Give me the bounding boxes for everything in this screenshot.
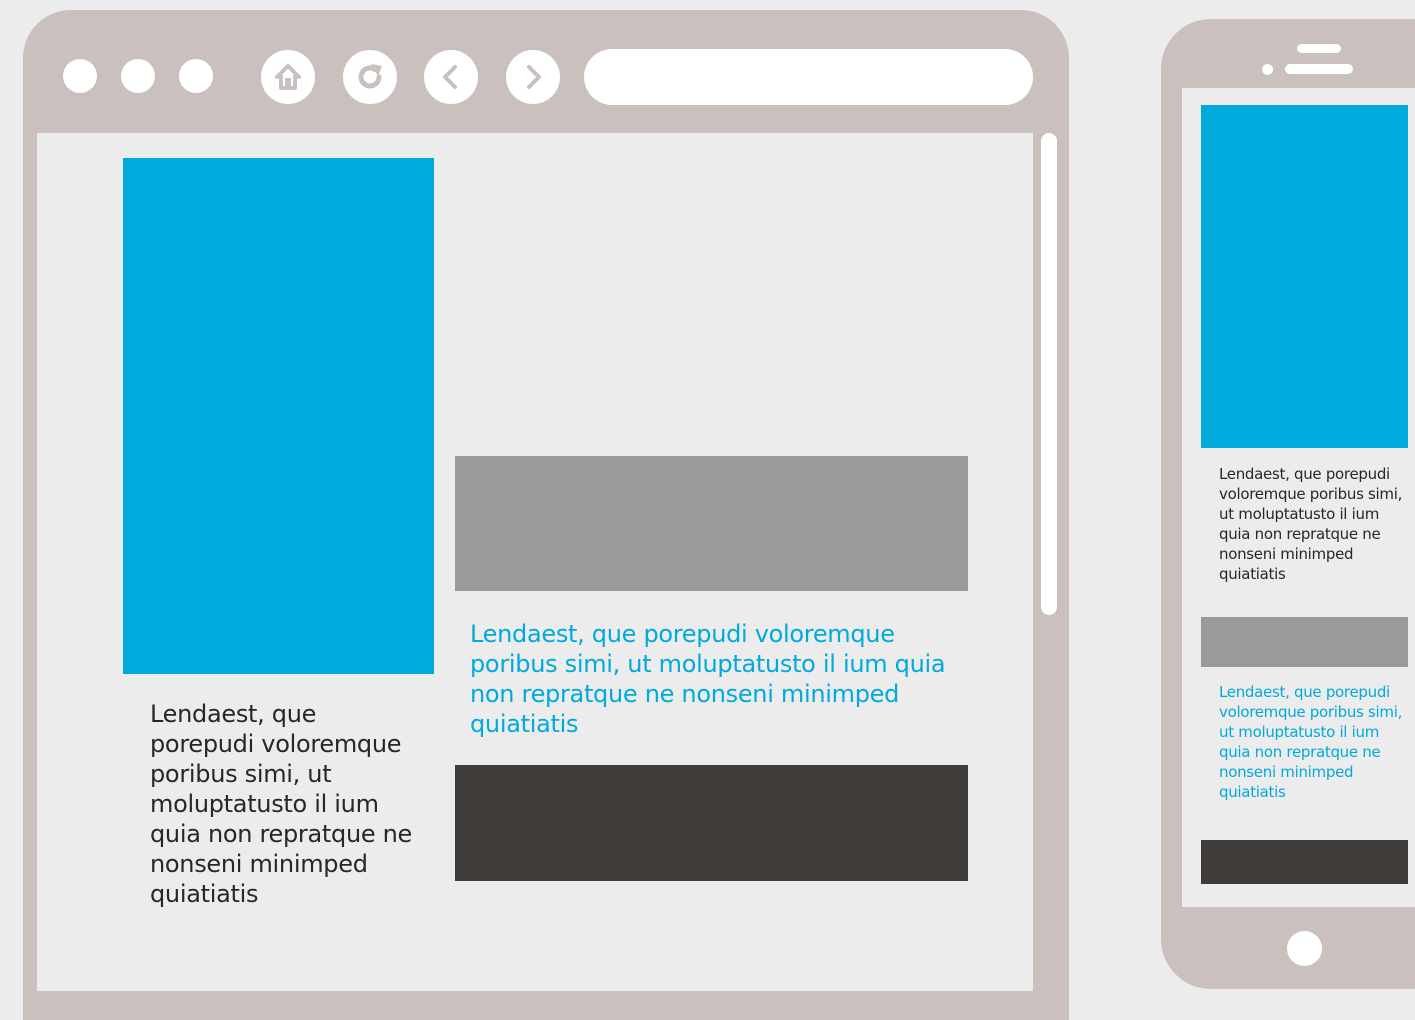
- home-icon: [275, 64, 301, 90]
- phone-accent-text: Lendaest, que porepudi voloremque poribu…: [1219, 683, 1403, 801]
- phone-home-button[interactable]: [1287, 931, 1322, 966]
- phone-camera: [1262, 64, 1273, 75]
- back-button[interactable]: [424, 50, 478, 104]
- body-text: Lendaest, que porepudi voloremque poribu…: [150, 700, 413, 908]
- phone-speaker: [1285, 64, 1353, 74]
- phone-dark-image-placeholder: [1201, 840, 1408, 884]
- phone-speaker: [1297, 44, 1341, 53]
- window-dot: [63, 59, 97, 93]
- window-dot: [179, 59, 213, 93]
- window-dot: [121, 59, 155, 93]
- home-button[interactable]: [261, 50, 315, 104]
- refresh-button[interactable]: [343, 50, 397, 104]
- accent-text: Lendaest, que porepudi voloremque poribu…: [470, 620, 946, 738]
- refresh-icon: [358, 64, 382, 89]
- phone-body-text: Lendaest, que porepudi voloremque poribu…: [1219, 465, 1403, 583]
- back-arrow-icon: [443, 65, 457, 89]
- dark-image-placeholder: [455, 765, 968, 881]
- forward-button[interactable]: [506, 50, 560, 104]
- phone-gray-image-placeholder: [1201, 617, 1408, 667]
- phone-hero-image-placeholder: [1201, 105, 1408, 448]
- scrollbar[interactable]: [1041, 133, 1057, 615]
- gray-image-placeholder: [455, 456, 968, 591]
- forward-arrow-icon: [527, 65, 541, 89]
- address-bar[interactable]: [584, 49, 1033, 105]
- hero-image-placeholder: [123, 158, 434, 674]
